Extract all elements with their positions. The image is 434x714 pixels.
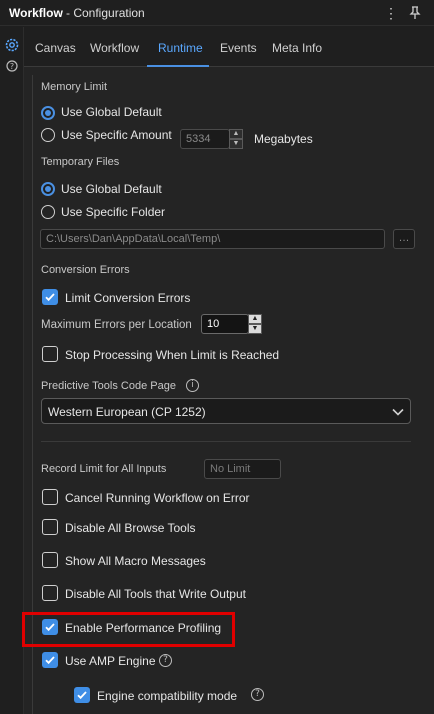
chevron-down-icon bbox=[392, 408, 404, 416]
max-errors-up-button[interactable]: ▲ bbox=[248, 314, 262, 324]
code-page-value: Western European (CP 1252) bbox=[48, 405, 206, 419]
temp-specific-folder-label: Use Specific Folder bbox=[61, 205, 166, 219]
tab-meta-info[interactable]: Meta Info bbox=[272, 41, 322, 55]
highlight-box bbox=[22, 612, 235, 647]
title-bar: Workflow - Configuration ⋮ bbox=[0, 0, 434, 26]
temp-global-default-label: Use Global Default bbox=[61, 182, 162, 196]
memory-global-default-radio[interactable] bbox=[41, 106, 55, 120]
code-page-select[interactable]: Western European (CP 1252) bbox=[41, 398, 411, 424]
section-separator bbox=[41, 441, 411, 442]
max-errors-down-button[interactable]: ▼ bbox=[248, 324, 262, 334]
stop-processing-checkbox[interactable] bbox=[42, 346, 58, 362]
stop-processing-label: Stop Processing When Limit is Reached bbox=[65, 348, 280, 362]
max-errors-field[interactable]: 10 bbox=[201, 314, 249, 334]
memory-unit-label: Megabytes bbox=[254, 132, 313, 146]
more-vertical-icon[interactable]: ⋮ bbox=[383, 4, 399, 22]
browse-folder-button[interactable]: … bbox=[393, 229, 415, 249]
memory-amount-down-button[interactable]: ▼ bbox=[229, 139, 243, 149]
code-page-heading: Predictive Tools Code Page bbox=[41, 380, 176, 392]
temp-folder-path-field[interactable]: C:\Users\Dan\AppData\Local\Temp\ bbox=[40, 229, 385, 249]
window-title: Workflow bbox=[9, 6, 63, 20]
svg-text:?: ? bbox=[10, 62, 14, 71]
cancel-on-error-checkbox[interactable] bbox=[42, 489, 58, 505]
info-icon[interactable]: i bbox=[186, 379, 199, 392]
disable-browse-tools-checkbox[interactable] bbox=[42, 519, 58, 535]
show-macro-messages-checkbox[interactable] bbox=[42, 552, 58, 568]
pin-icon[interactable] bbox=[407, 4, 423, 22]
memory-specific-amount-label: Use Specific Amount bbox=[61, 128, 172, 142]
memory-amount-field[interactable]: 5334 bbox=[180, 129, 230, 149]
use-amp-engine-checkbox[interactable] bbox=[42, 652, 58, 668]
show-macro-messages-label: Show All Macro Messages bbox=[65, 554, 206, 568]
help-icon[interactable]: ? bbox=[3, 57, 21, 75]
memory-limit-heading: Memory Limit bbox=[41, 81, 108, 93]
memory-global-default-label: Use Global Default bbox=[61, 105, 162, 119]
disable-browse-tools-label: Disable All Browse Tools bbox=[65, 521, 196, 535]
window-subtitle: - Configuration bbox=[66, 6, 145, 20]
use-amp-engine-label: Use AMP Engine bbox=[65, 654, 156, 668]
engine-compatibility-label: Engine compatibility mode bbox=[97, 689, 238, 703]
disable-write-output-checkbox[interactable] bbox=[42, 585, 58, 601]
memory-amount-up-button[interactable]: ▲ bbox=[229, 129, 243, 139]
side-rail: ? bbox=[0, 27, 24, 714]
cancel-on-error-label: Cancel Running Workflow on Error bbox=[65, 491, 250, 505]
engine-compatibility-checkbox[interactable] bbox=[74, 687, 90, 703]
conversion-errors-heading: Conversion Errors bbox=[41, 264, 130, 276]
limit-conversion-errors-label: Limit Conversion Errors bbox=[65, 291, 191, 305]
memory-specific-amount-radio[interactable] bbox=[41, 128, 55, 142]
engine-compatibility-help-icon[interactable]: ? bbox=[251, 688, 264, 701]
tab-workflow[interactable]: Workflow bbox=[90, 41, 139, 55]
tab-events[interactable]: Events bbox=[220, 41, 257, 55]
temp-files-heading: Temporary Files bbox=[41, 156, 120, 168]
amp-engine-help-icon[interactable]: ? bbox=[159, 654, 172, 667]
gear-icon[interactable] bbox=[3, 36, 21, 54]
max-errors-label: Maximum Errors per Location bbox=[41, 319, 192, 331]
record-limit-field[interactable]: No Limit bbox=[204, 459, 281, 479]
temp-global-default-radio[interactable] bbox=[41, 182, 55, 196]
limit-conversion-errors-checkbox[interactable] bbox=[42, 289, 58, 305]
temp-specific-folder-radio[interactable] bbox=[41, 205, 55, 219]
record-limit-label: Record Limit for All Inputs bbox=[41, 463, 167, 475]
tab-canvas[interactable]: Canvas bbox=[35, 41, 76, 55]
disable-write-output-label: Disable All Tools that Write Output bbox=[65, 587, 246, 601]
tab-runtime[interactable]: Runtime bbox=[158, 41, 203, 55]
tab-bar: Canvas Workflow Runtime Events Meta Info bbox=[24, 27, 434, 67]
